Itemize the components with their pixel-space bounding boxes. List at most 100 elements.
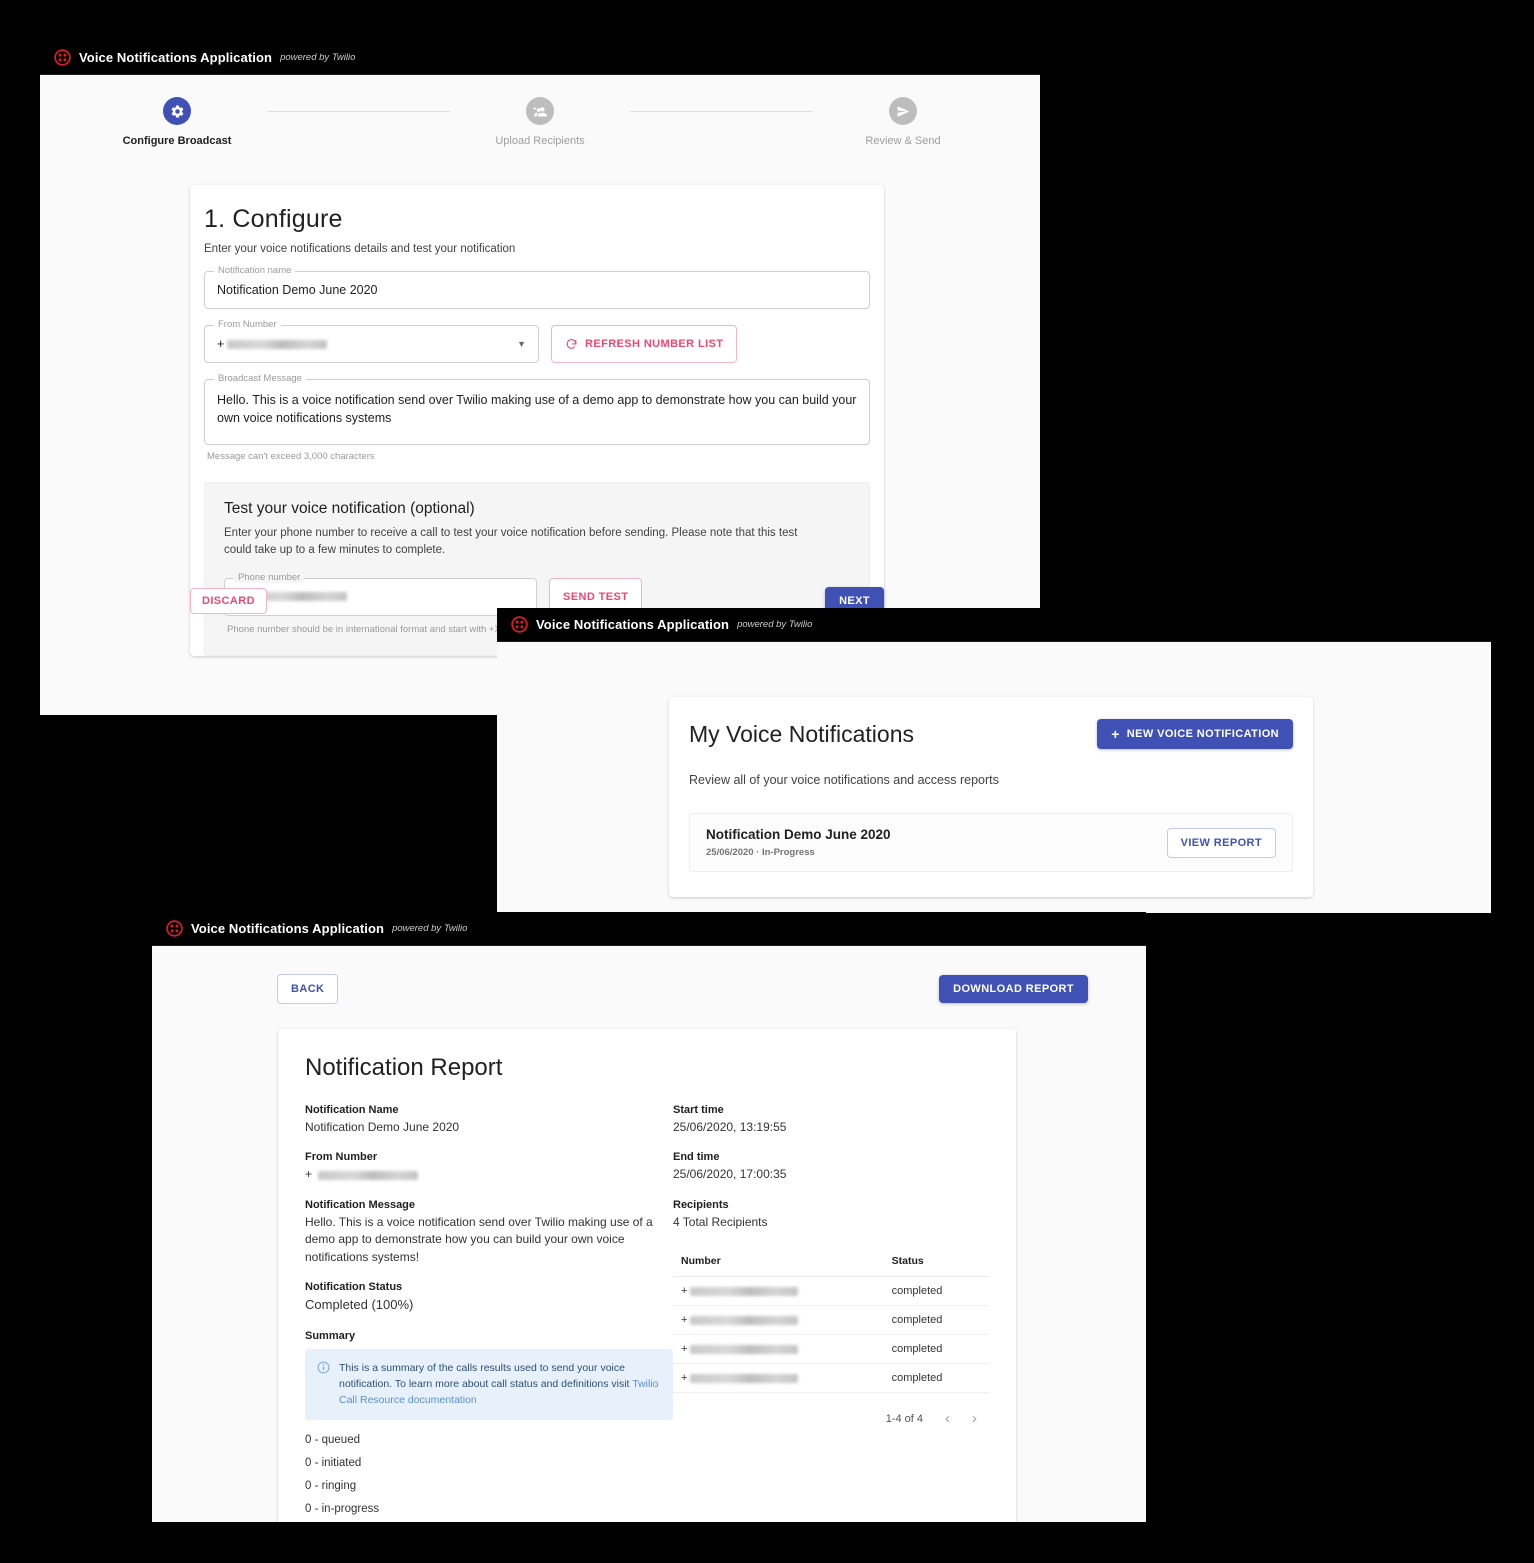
notification-message-value: Hello. This is a voice notification send…: [305, 1214, 653, 1264]
download-report-button[interactable]: DOWNLOAD REPORT: [939, 975, 1088, 1003]
view-report-label: VIEW REPORT: [1180, 836, 1262, 849]
report-toolbar: BACK DOWNLOAD REPORT: [277, 974, 1088, 1004]
app-brand-title: Voice Notifications Application: [191, 921, 385, 936]
notification-name-input[interactable]: Notification Demo June 2020: [204, 271, 870, 309]
summary-info-box: This is a summary of the calls results u…: [305, 1348, 673, 1420]
cell-number: +: [673, 1334, 884, 1365]
notification-report-window: Voice Notifications Application powered …: [152, 912, 1146, 1522]
from-number-redacted-value: [227, 339, 328, 349]
number-prefix: +: [681, 1314, 688, 1327]
step-upload-recipients[interactable]: Upload Recipients: [450, 97, 630, 147]
summary-label: Summary: [305, 1329, 356, 1342]
report-right-column: Start time 25/06/2020, 13:19:55 End time…: [673, 1104, 989, 1522]
recipients-table: Number Status + completed + completed + …: [673, 1246, 989, 1394]
broadcast-message-label: Broadcast Message: [214, 373, 306, 384]
app-topbar: Voice Notifications Application powered …: [40, 41, 1040, 75]
from-number-field[interactable]: From Number + ▼: [204, 319, 539, 363]
app-topbar-report: Voice Notifications Application powered …: [152, 912, 1146, 946]
table-row: + completed: [673, 1363, 989, 1394]
info-icon: [317, 1361, 330, 1374]
notification-name-label: Notification name: [214, 265, 296, 276]
from-number-select[interactable]: + ▼: [204, 325, 539, 363]
recipients-label: Recipients: [673, 1198, 729, 1211]
chevron-right-icon[interactable]: ›: [972, 1411, 977, 1426]
report-title: Notification Report: [305, 1054, 503, 1081]
number-prefix: +: [681, 1343, 688, 1356]
discard-button[interactable]: DISCARD: [190, 588, 267, 614]
step-3-label: Review & Send: [865, 135, 941, 147]
add-people-icon: [532, 106, 547, 116]
report-summary: Summary This is a summary of the calls r…: [305, 1330, 673, 1420]
column-header-number: Number: [673, 1246, 884, 1278]
cell-status: completed: [883, 1334, 989, 1365]
test-panel-description: Enter your phone number to receive a cal…: [224, 527, 798, 557]
refresh-number-list-button[interactable]: REFRESH NUMBER LIST: [551, 325, 738, 363]
list-item-title: Notification Demo June 2020: [706, 827, 891, 842]
chevron-down-icon[interactable]: ▼: [517, 339, 526, 349]
broadcast-message-field[interactable]: Broadcast Message Hello. This is a voice…: [204, 373, 870, 445]
step-1-label: Configure Broadcast: [122, 135, 232, 147]
discard-label: DISCARD: [202, 595, 255, 607]
end-time-value: 25/06/2020, 17:00:35: [673, 1167, 787, 1182]
notification-name-field[interactable]: Notification name Notification Demo June…: [204, 265, 870, 309]
list-page-title: My Voice Notifications: [689, 720, 914, 747]
cell-number: +: [673, 1363, 884, 1394]
summary-text: This is a summary of the calls results u…: [339, 1360, 661, 1409]
status-count-ringing: 0 - ringing: [305, 1479, 357, 1492]
view-report-button[interactable]: VIEW REPORT: [1166, 827, 1276, 858]
report-left-column: Notification Name Notification Demo June…: [305, 1104, 673, 1522]
next-label: NEXT: [839, 595, 870, 607]
number-prefix: +: [681, 1372, 688, 1385]
step-2-label: Upload Recipients: [495, 135, 585, 147]
powered-by-label: powered by Twilio: [392, 923, 468, 934]
list-header: My Voice Notifications + NEW VOICE NOTIF…: [689, 719, 1293, 749]
step-review-send[interactable]: Review & Send: [813, 97, 993, 147]
report-notification-status: Notification Status Completed (100%): [305, 1281, 673, 1315]
cell-number: +: [673, 1305, 884, 1336]
new-voice-notification-label: NEW VOICE NOTIFICATION: [1126, 728, 1279, 740]
end-time-label: End time: [673, 1151, 720, 1164]
number-redacted-value: [690, 1315, 799, 1325]
page-subtitle: Enter your voice notifications details a…: [204, 243, 516, 255]
column-header-status: Status: [883, 1246, 989, 1278]
report-columns: Notification Name Notification Demo June…: [305, 1104, 989, 1522]
report-from-number: From Number +: [305, 1151, 673, 1183]
back-label: BACK: [291, 983, 325, 995]
new-voice-notification-button[interactable]: + NEW VOICE NOTIFICATION: [1097, 719, 1293, 749]
table-row: + completed: [673, 1334, 989, 1365]
back-button[interactable]: BACK: [277, 974, 339, 1004]
list-item[interactable]: Notification Demo June 2020 25/06/2020 ·…: [689, 813, 1293, 872]
test-phone-label: Phone number: [234, 571, 305, 583]
status-counts-list: 0 - queued 0 - initiated 0 - ringing 0 -…: [305, 1434, 673, 1522]
notification-status-value: Completed (100%): [305, 1296, 414, 1312]
chevron-left-icon[interactable]: ‹: [945, 1411, 950, 1426]
number-redacted-value: [690, 1373, 799, 1383]
pagination-label: 1-4 of 4: [885, 1412, 923, 1425]
report-recipients: Recipients 4 Total Recipients: [673, 1199, 989, 1231]
twilio-logo-icon: [166, 920, 183, 937]
refresh-number-list-label: REFRESH NUMBER LIST: [585, 338, 724, 350]
report-notification-message: Notification Message Hello. This is a vo…: [305, 1199, 673, 1266]
powered-by-label: powered by Twilio: [737, 619, 813, 630]
status-count-queued: 0 - queued: [305, 1433, 360, 1446]
step-configure-broadcast[interactable]: Configure Broadcast: [87, 97, 267, 147]
app-brand-title: Voice Notifications Application: [536, 617, 730, 632]
broadcast-message-helper: Message can't exceed 3,000 characters: [207, 451, 375, 462]
from-number-label: From Number: [305, 1151, 378, 1164]
from-number-value: +: [305, 1166, 673, 1183]
broadcast-message-textarea[interactable]: Hello. This is a voice notification send…: [204, 379, 870, 445]
powered-by-label: powered by Twilio: [280, 52, 356, 63]
report-card: Notification Report Notification Name No…: [278, 1029, 1016, 1522]
report-page-body: BACK DOWNLOAD REPORT Notification Report…: [152, 946, 1146, 1522]
send-icon: [897, 105, 909, 117]
number-redacted-value: [690, 1286, 799, 1296]
app-brand-title: Voice Notifications Application: [79, 50, 273, 65]
gear-icon: [171, 104, 183, 118]
table-header-row: Number Status: [673, 1246, 989, 1278]
from-number-row: From Number + ▼ REFRESH NUMBER LIST: [204, 319, 870, 363]
status-count-in-progress: 0 - in-progress: [305, 1502, 380, 1515]
app-topbar-list: Voice Notifications Application powered …: [497, 608, 1491, 642]
refresh-icon: [566, 338, 577, 349]
step-1-bubble: [163, 97, 191, 125]
notification-name-value: Notification Demo June 2020: [305, 1120, 460, 1134]
